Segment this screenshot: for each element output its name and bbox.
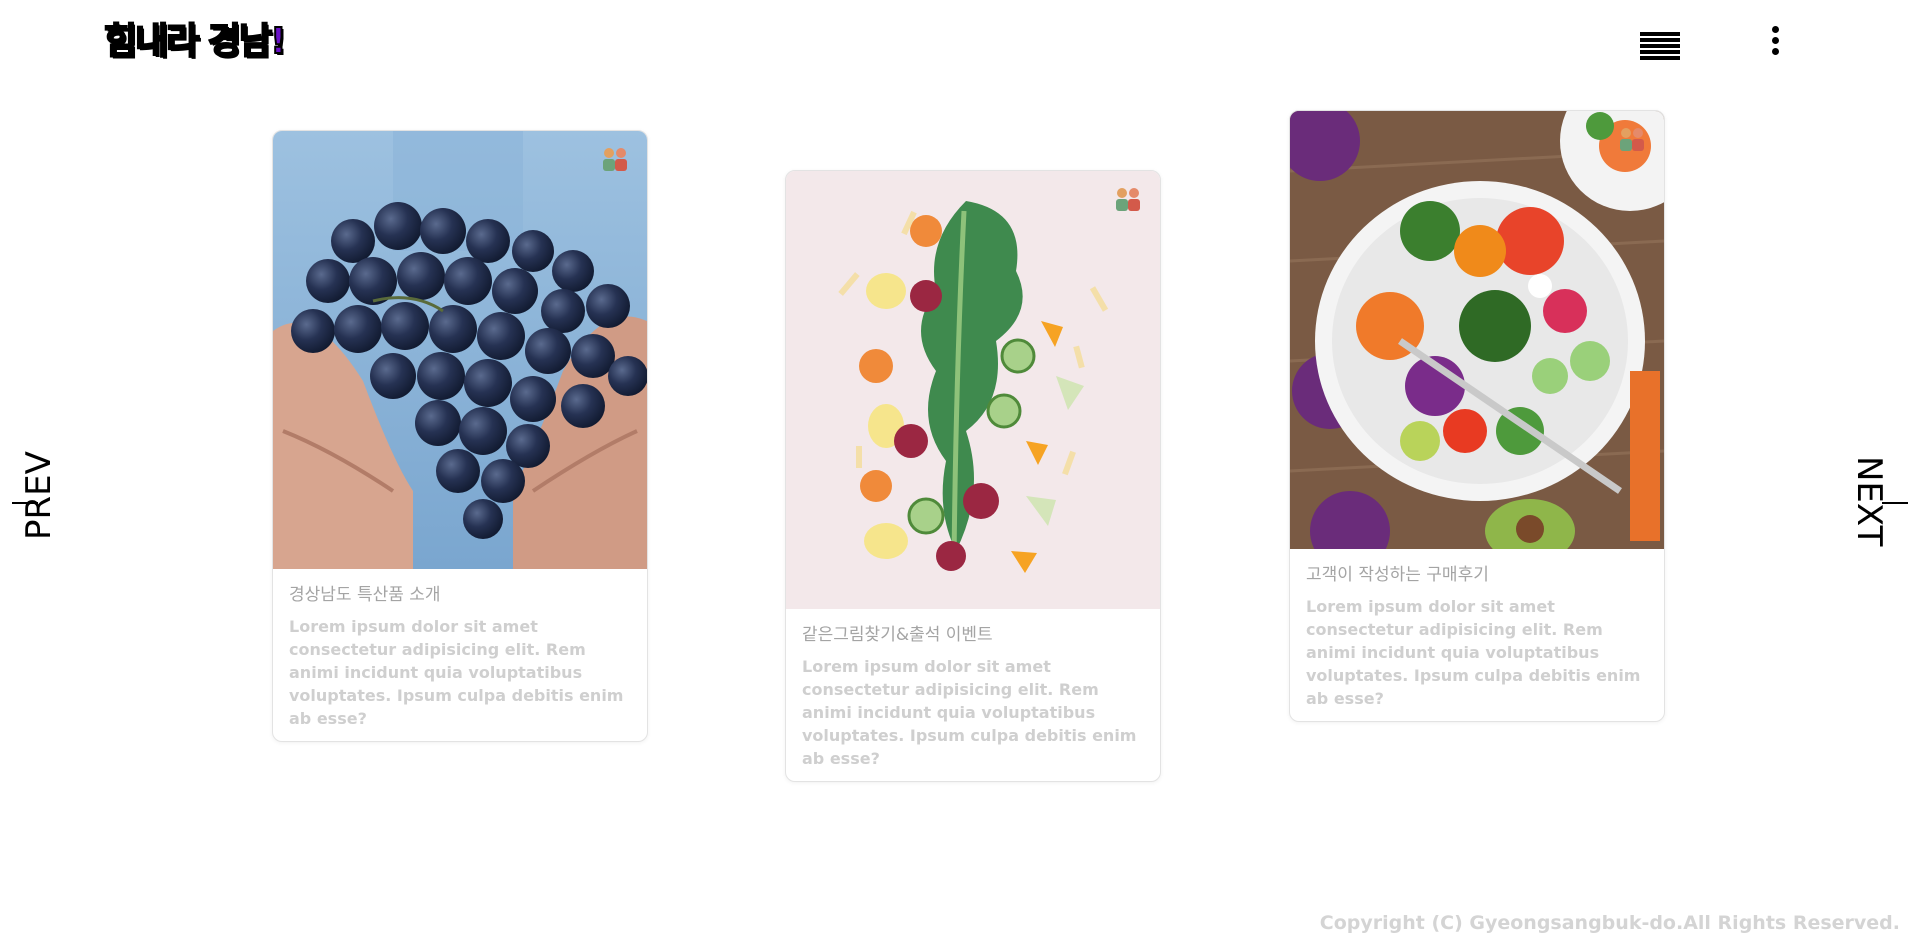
prev-label: PREV [19,451,59,540]
card-body: 고객이 작성하는 구매후기 Lorem ipsum dolor sit amet… [1290,549,1664,721]
vertical-dots-icon[interactable] [1770,26,1780,60]
hamburger-menu-icon[interactable] [1640,32,1680,62]
next-button[interactable]: NEXT [1832,440,1912,560]
salad-bowl-photo [1290,111,1664,549]
vegetables-flatlay-photo [786,171,1160,609]
copyright-text: Copyright (C) Gyeongsangbuk-do.All Right… [1319,912,1900,934]
card-description: Lorem ipsum dolor sit amet consectetur a… [1306,597,1641,709]
card-title: 경상남도 특산품 소개 [289,585,441,605]
grapes-in-hands-photo [273,131,647,569]
people-icon [1620,128,1644,151]
page: 힘내라 경남! PREV NEXT 경상남도 특산품 소개 Lorem ipsu… [0,0,1920,937]
site-logo[interactable]: 힘내라 경남! [103,23,288,61]
card-matching-event[interactable]: 같은그림찾기&출석 이벤트 Lorem ipsum dolor sit amet… [785,170,1161,782]
card-body: 같은그림찾기&출석 이벤트 Lorem ipsum dolor sit amet… [786,609,1160,781]
people-icon [1116,188,1140,211]
card-body: 경상남도 특산품 소개 Lorem ipsum dolor sit amet c… [273,569,647,741]
card-specialty-products[interactable]: 경상남도 특산품 소개 Lorem ipsum dolor sit amet c… [272,130,648,742]
card-description: Lorem ipsum dolor sit amet consectetur a… [802,657,1137,769]
people-icon [603,148,627,171]
next-label: NEXT [1849,456,1889,547]
prev-button[interactable]: PREV [8,440,88,560]
card-title: 고객이 작성하는 구매후기 [1306,565,1489,585]
card-title: 같은그림찾기&출석 이벤트 [802,625,993,645]
card-customer-reviews[interactable]: 고객이 작성하는 구매후기 Lorem ipsum dolor sit amet… [1289,110,1665,722]
card-description: Lorem ipsum dolor sit amet consectetur a… [289,617,624,729]
